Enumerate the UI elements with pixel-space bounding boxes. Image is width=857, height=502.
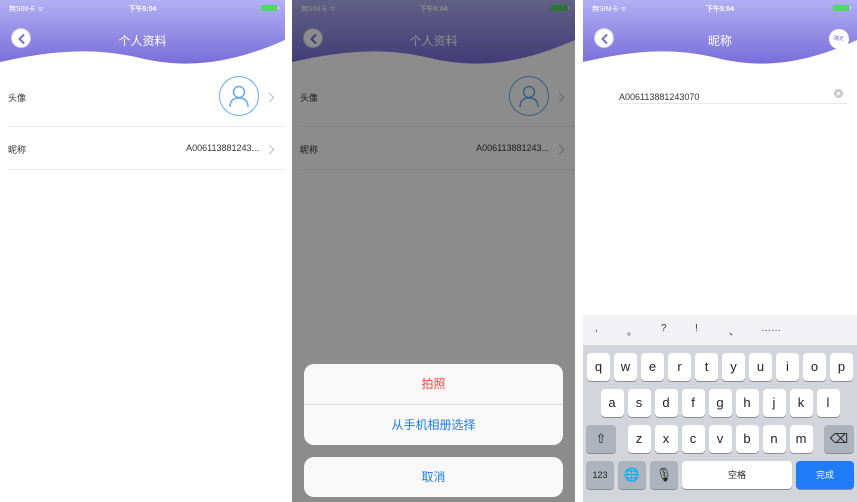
chevron-right-icon: [264, 144, 275, 155]
cancel-button[interactable]: 取消: [304, 457, 563, 497]
header: 無SIM卡 ᯤ 下午5:04 个人资料: [0, 0, 285, 70]
key-y[interactable]: y: [722, 353, 745, 381]
key-c[interactable]: c: [681, 425, 705, 453]
key-w[interactable]: w: [614, 353, 637, 381]
delete-key[interactable]: ⌫: [824, 425, 854, 453]
key-d[interactable]: d: [654, 389, 678, 417]
status-bar: 無SIM卡 ᯤ 下午5:04: [0, 4, 285, 16]
key-i[interactable]: i: [776, 353, 799, 381]
punctuation-bar: , 。 ? ! 、 ……: [583, 315, 857, 345]
suggestion-comma[interactable]: ,: [595, 323, 598, 334]
suggestion-ellipsis[interactable]: ……: [761, 323, 781, 334]
avatar-row[interactable]: 头像: [8, 70, 285, 127]
profile-screen: 無SIM卡 ᯤ 下午5:04 个人资料 头像 昵称 A006113881243.…: [0, 0, 285, 502]
key-f[interactable]: f: [681, 389, 705, 417]
key-n[interactable]: n: [762, 425, 786, 453]
take-photo-button[interactable]: 拍照: [304, 364, 563, 404]
profile-action-sheet-screen: 無SIM卡 ᯤ 下午5:04 个人资料 头像 昵称 A006113881243.…: [292, 0, 575, 502]
nickname-label: 昵称: [8, 145, 27, 155]
choose-from-album-button[interactable]: 从手机相册选择: [304, 404, 563, 445]
suggestion-period[interactable]: 。: [627, 323, 637, 338]
suggestion-comma-cn[interactable]: 、: [729, 323, 739, 338]
status-bar: 無SIM卡 ᯤ 下午5:04: [583, 4, 857, 16]
numbers-key[interactable]: 123: [586, 461, 614, 489]
key-r[interactable]: r: [668, 353, 691, 381]
avatar-label: 头像: [8, 93, 27, 103]
key-x[interactable]: x: [654, 425, 678, 453]
nickname-field: [619, 87, 847, 104]
key-j[interactable]: j: [762, 389, 786, 417]
key-s[interactable]: s: [627, 389, 651, 417]
header: 無SIM卡 ᯤ 下午5:04 昵称 确定: [583, 0, 857, 70]
key-g[interactable]: g: [708, 389, 732, 417]
key-u[interactable]: u: [749, 353, 772, 381]
nickname-row[interactable]: 昵称 A006113881243...: [8, 127, 285, 170]
globe-key[interactable]: 🌐: [618, 461, 646, 489]
suggestion-exclaim[interactable]: !: [695, 323, 698, 334]
suggestion-question[interactable]: ?: [661, 323, 667, 334]
key-l[interactable]: l: [816, 389, 840, 417]
cancel-sheet: 取消: [304, 457, 563, 497]
key-v[interactable]: v: [708, 425, 732, 453]
clear-icon[interactable]: [834, 89, 843, 98]
key-o[interactable]: o: [803, 353, 826, 381]
shift-key[interactable]: ⇧: [586, 425, 616, 453]
space-key[interactable]: 空格: [682, 461, 792, 489]
microphone-key[interactable]: 🎙: [650, 461, 678, 489]
battery-icon: [261, 5, 279, 11]
key-e[interactable]: e: [641, 353, 664, 381]
action-sheet: 拍照 从手机相册选择: [304, 364, 563, 445]
key-t[interactable]: t: [695, 353, 718, 381]
battery-icon: [833, 5, 851, 11]
page-title: 个人资料: [118, 34, 167, 48]
keyboard: , 。 ? ! 、 …… q w e r t y u i o p a s d f g h j k l z x c v b n m ⇧…: [583, 315, 857, 502]
key-p[interactable]: p: [830, 353, 853, 381]
key-z[interactable]: z: [627, 425, 651, 453]
page-title: 昵称: [707, 34, 732, 48]
done-key[interactable]: 完成: [796, 461, 854, 489]
key-h[interactable]: h: [735, 389, 759, 417]
nickname-input[interactable]: [619, 92, 799, 102]
status-time: 下午5:04: [705, 6, 734, 13]
status-time: 下午5:04: [128, 6, 157, 13]
key-k[interactable]: k: [789, 389, 813, 417]
key-b[interactable]: b: [735, 425, 759, 453]
save-button[interactable]: 确定: [829, 29, 849, 49]
nickname-value: A006113881243...: [186, 143, 259, 153]
avatar[interactable]: [219, 76, 259, 116]
key-q[interactable]: q: [587, 353, 610, 381]
nickname-edit-screen: 無SIM卡 ᯤ 下午5:04 昵称 确定 , 。 ? ! 、 …… qwerty…: [583, 0, 857, 502]
key-m[interactable]: m: [789, 425, 813, 453]
key-a[interactable]: a: [600, 389, 624, 417]
chevron-right-icon: [264, 92, 275, 103]
user-icon: [229, 85, 249, 108]
